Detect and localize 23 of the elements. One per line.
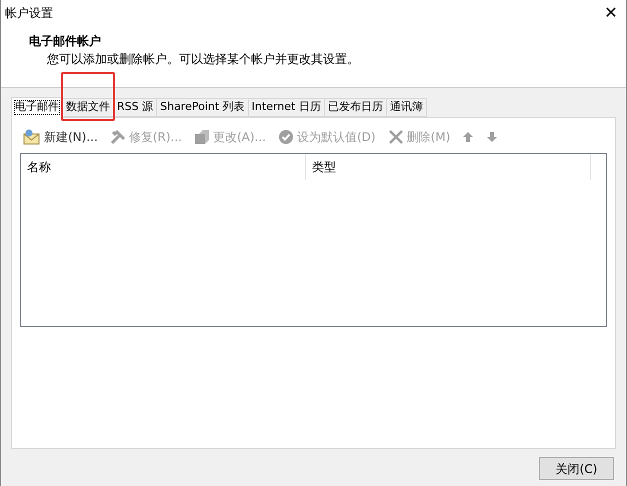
envelope-icon: [23, 129, 41, 145]
section-title: 电子邮件帐户: [29, 33, 102, 50]
tools-icon: [110, 129, 126, 145]
close-button[interactable]: ✕: [596, 1, 626, 25]
x-icon: [388, 129, 404, 145]
window-title: 帐户设置: [5, 5, 53, 22]
tab[interactable]: 数据文件: [63, 98, 114, 117]
tab[interactable]: SharePoint 列表: [157, 98, 249, 117]
tab[interactable]: RSS 源: [114, 98, 158, 117]
section-description: 您可以添加或删除帐户。可以选择某个帐户并更改其设置。: [46, 51, 360, 68]
tab[interactable]: 已发布日历: [324, 98, 387, 117]
check-circle-icon: [278, 129, 294, 145]
tab[interactable]: Internet 日历: [248, 98, 325, 117]
toolbar-button[interactable]: 新建(N)...: [22, 126, 99, 148]
column-header[interactable]: 类型: [306, 154, 591, 180]
square-icon: [194, 129, 210, 145]
tab[interactable]: 通讯簿: [386, 98, 427, 117]
column-header[interactable]: 名称: [21, 154, 306, 180]
tab[interactable]: 电子邮件: [11, 97, 63, 118]
arrow-down-icon: [486, 131, 498, 143]
close-dialog-button[interactable]: 关闭(C): [539, 457, 614, 480]
arrow-up-icon: [462, 131, 474, 143]
account-list[interactable]: 名称 类型: [20, 153, 607, 327]
